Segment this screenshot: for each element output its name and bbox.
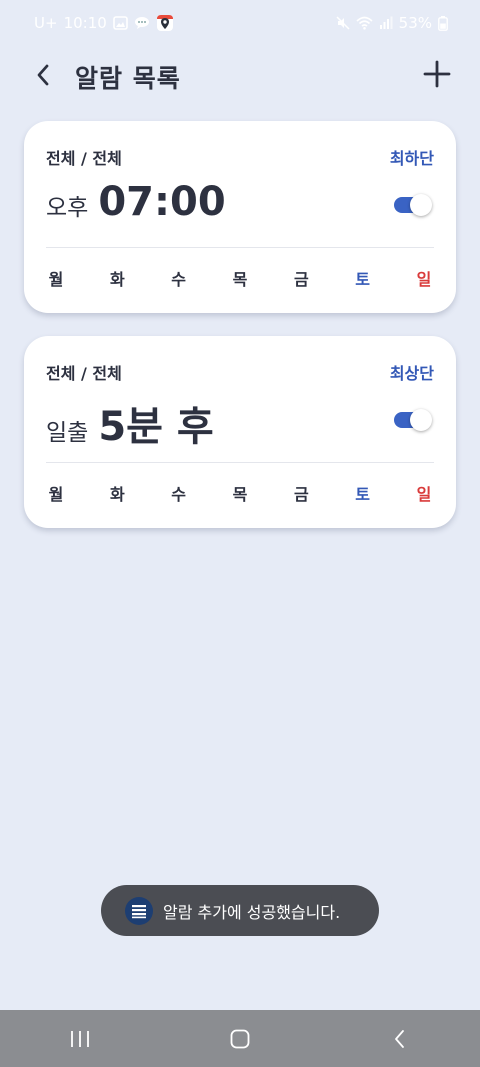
back-nav-button[interactable]	[370, 1019, 430, 1059]
weekday-fri: 금	[293, 485, 309, 504]
alarm-time: 일출 5분 후	[46, 394, 214, 452]
back-button[interactable]	[28, 58, 58, 92]
wifi-icon	[356, 16, 373, 30]
alarm-range-label: 전체 / 전체	[46, 364, 122, 383]
weekday-sun: 일	[416, 270, 432, 289]
weekday-sat: 토	[355, 485, 370, 504]
app-header: 알람 목록	[0, 50, 480, 100]
map-pin-app-icon	[156, 14, 174, 32]
weekday-row: 월 화 수 목 금 토 일	[46, 481, 434, 505]
weekday-wed: 수	[171, 485, 187, 504]
alarm-time-value: 5분 후	[98, 404, 214, 450]
weekday-fri: 금	[293, 270, 309, 289]
status-right: 53%	[336, 14, 448, 32]
plus-icon	[423, 60, 451, 88]
alarm-range-label: 전체 / 전체	[46, 149, 122, 168]
weekday-mon: 월	[48, 485, 64, 504]
navigation-bar	[0, 1010, 480, 1067]
recent-apps-icon	[71, 1030, 89, 1047]
weekday-thu: 목	[232, 270, 248, 289]
recent-apps-button[interactable]	[50, 1019, 110, 1059]
carrier-label: U+	[34, 14, 58, 32]
toggle-thumb	[410, 194, 432, 216]
gallery-icon	[112, 16, 128, 30]
status-time: 10:10	[63, 14, 107, 32]
add-alarm-button[interactable]	[420, 56, 454, 92]
alarm-toggle[interactable]	[394, 409, 432, 431]
alarm-time-prefix: 오후	[46, 195, 89, 221]
home-button[interactable]	[210, 1019, 270, 1059]
weekday-mon: 월	[48, 270, 64, 289]
mute-icon	[336, 16, 350, 30]
alarm-position-label: 최상단	[389, 364, 434, 383]
card-divider	[46, 247, 434, 248]
weekday-thu: 목	[232, 485, 248, 504]
battery-percent: 53%	[398, 14, 432, 32]
back-icon	[395, 1029, 404, 1048]
chevron-left-icon	[37, 64, 49, 86]
list-app-icon	[125, 896, 153, 925]
alarm-toggle[interactable]	[394, 194, 432, 216]
toast: 알람 추가에 성공했습니다.	[101, 885, 379, 936]
alarm-time-value: 07:00	[98, 179, 226, 225]
alarm-card[interactable]: 전체 / 전체 최상단 일출 5분 후 월 화 수 목 금 토 일	[24, 336, 456, 528]
weekday-row: 월 화 수 목 금 토 일	[46, 266, 434, 290]
status-left: U+ 10:10	[34, 14, 174, 32]
alarm-card[interactable]: 전체 / 전체 최하단 오후 07:00 월 화 수 목 금 토 일	[24, 121, 456, 313]
battery-icon	[438, 15, 448, 31]
alarm-time: 오후 07:00	[46, 179, 226, 225]
page-title: 알람 목록	[75, 64, 181, 93]
card-divider	[46, 462, 434, 463]
status-bar: U+ 10:10 53%	[0, 0, 480, 46]
weekday-tue: 화	[109, 485, 125, 504]
toast-message: 알람 추가에 성공했습니다.	[163, 902, 341, 922]
weekday-sat: 토	[355, 270, 370, 289]
toggle-thumb	[410, 409, 432, 431]
weekday-wed: 수	[171, 270, 187, 289]
weekday-tue: 화	[109, 270, 125, 289]
alarm-position-label: 최하단	[389, 149, 434, 168]
chat-bubble-icon	[134, 16, 150, 30]
home-icon	[230, 1029, 250, 1048]
weekday-sun: 일	[416, 485, 432, 504]
alarm-time-prefix: 일출	[46, 420, 89, 446]
signal-icon	[379, 16, 393, 30]
